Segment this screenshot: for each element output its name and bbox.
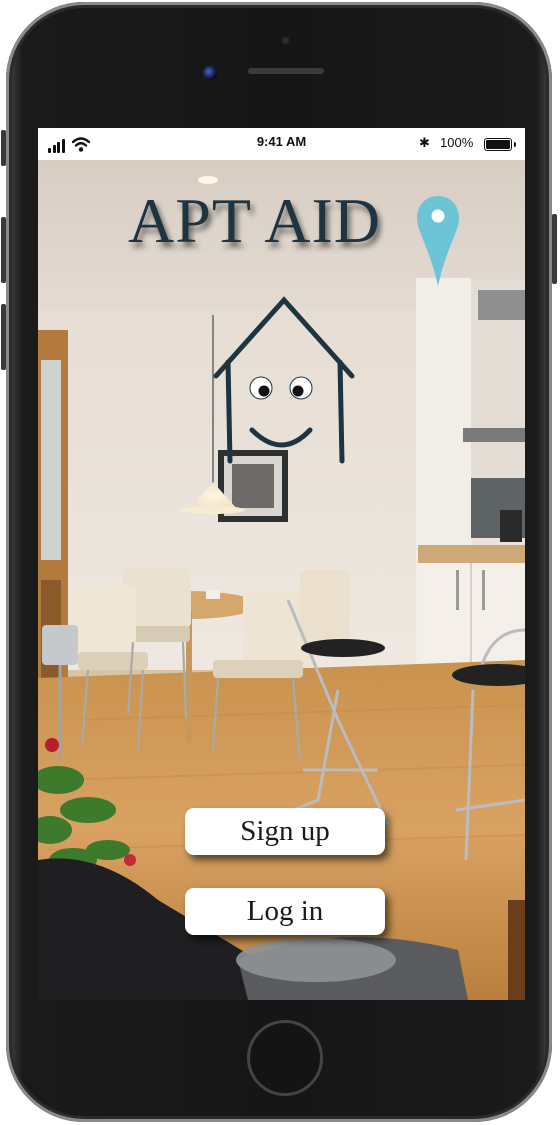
bluetooth-icon: ✱ bbox=[419, 135, 430, 150]
status-bar: 9:41 AM ✱ 100% bbox=[38, 128, 525, 160]
battery-full-icon bbox=[484, 138, 516, 151]
mute-switch bbox=[1, 130, 6, 166]
home-button[interactable] bbox=[247, 1020, 323, 1096]
volume-down-button bbox=[1, 304, 6, 370]
earpiece-speaker bbox=[248, 68, 324, 74]
phone-screen: 9:41 AM ✱ 100% APT AID Sign up Log in bbox=[38, 128, 525, 1000]
volume-up-button bbox=[1, 217, 6, 283]
proximity-sensor bbox=[281, 36, 290, 45]
log-in-button[interactable]: Log in bbox=[185, 888, 385, 935]
power-button bbox=[552, 214, 557, 284]
smiling-house-icon bbox=[213, 296, 355, 464]
front-camera bbox=[203, 66, 217, 80]
sign-up-button[interactable]: Sign up bbox=[185, 808, 385, 855]
location-pin-icon bbox=[417, 196, 459, 286]
battery-percent: 100% bbox=[440, 135, 474, 150]
